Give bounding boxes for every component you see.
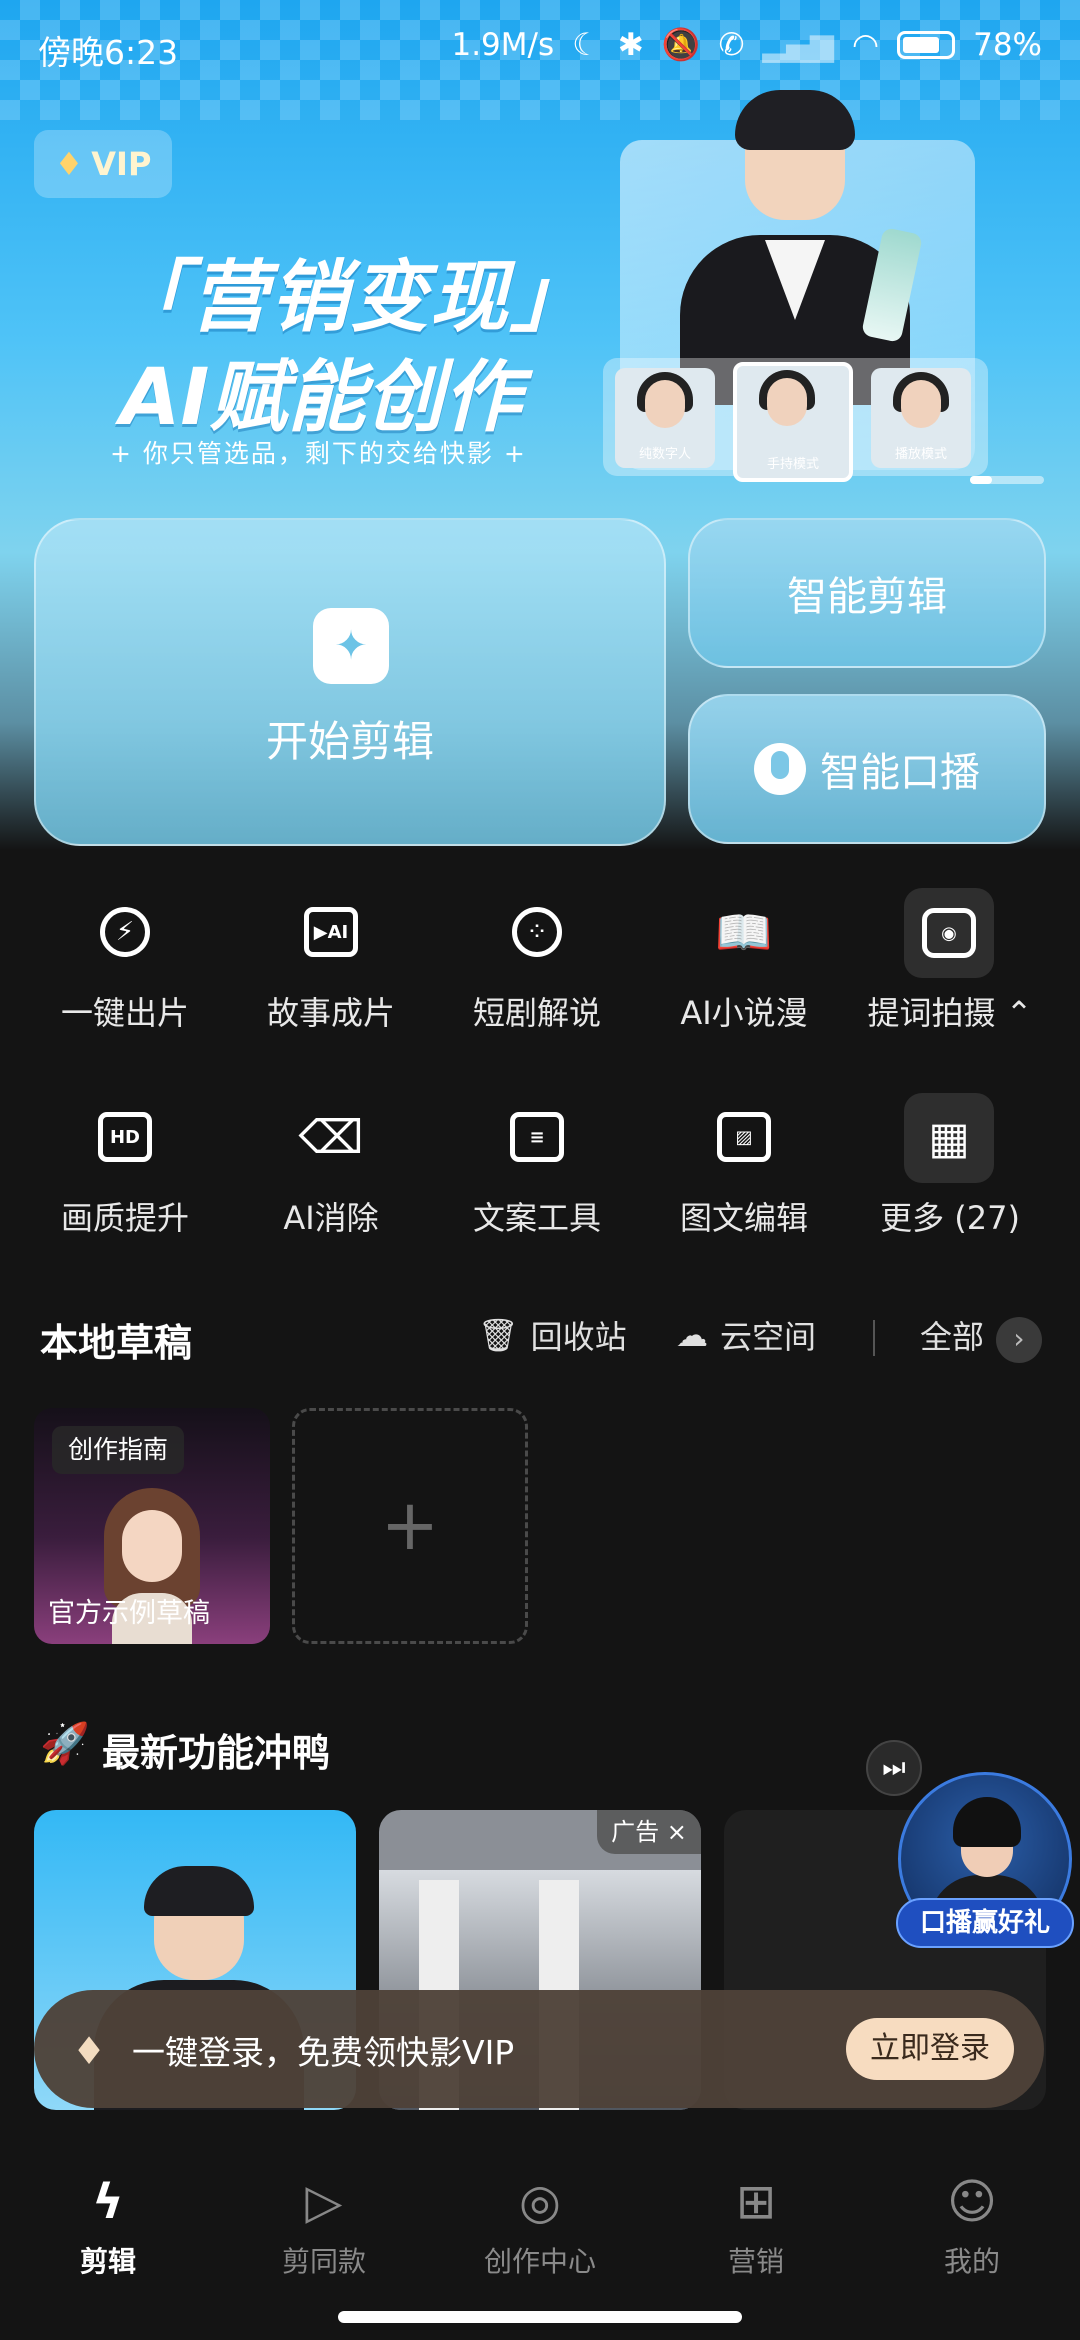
login-text: 一键登录，免费领快影VIP: [132, 2033, 515, 2072]
moon-icon: ☾: [572, 26, 600, 63]
all-drafts-link[interactable]: 全部: [920, 1312, 984, 1358]
mode-thumbnails: 纯数字人 手持模式 播放模式: [603, 358, 988, 482]
login-banner[interactable]: ♦ 一键登录，免费领快影VIP 立即登录: [34, 1990, 1044, 2108]
host-promo-label[interactable]: 口播赢好礼: [896, 1898, 1074, 1948]
tool-short-drama[interactable]: ⁘ 短剧解说: [434, 896, 640, 1056]
video-icon: ▷: [305, 2174, 343, 2230]
status-time: 傍晚6:23: [38, 33, 179, 72]
sample-draft-card[interactable]: 创作指南 官方示例草稿: [34, 1408, 270, 1644]
nav-template[interactable]: ▷ 剪同款: [216, 2112, 432, 2282]
bluetooth-icon: ✱: [617, 26, 644, 63]
slogan-line2: AI赋能创作: [120, 353, 522, 443]
home-indicator[interactable]: [338, 2311, 742, 2323]
book-icon: 📖: [715, 904, 773, 959]
ad-close-tag[interactable]: 广告 ×: [597, 1810, 701, 1854]
network-speed: 1.9M/s: [451, 26, 555, 63]
tool-ai-erase[interactable]: ⌫ AI消除: [228, 1101, 434, 1261]
plus-icon: +: [380, 1484, 440, 1566]
tool-image-edit[interactable]: ▨ 图文编辑: [641, 1101, 847, 1261]
presenter-image: [650, 90, 940, 405]
thumb-digital-human[interactable]: 纯数字人: [615, 368, 715, 468]
tool-more[interactable]: ▦ 更多 (27): [847, 1093, 1053, 1261]
eraser-icon: ⌫: [298, 1110, 364, 1164]
slogan-line3: + 你只管选品，剩下的交给快影 +: [110, 439, 527, 468]
nav-edit[interactable]: ϟ 剪辑: [0, 2112, 216, 2282]
slogan-line1: 「营销变现」: [110, 253, 591, 343]
trash-icon: 🗑: [478, 1316, 519, 1354]
features-title: 最新功能冲鸭: [102, 1731, 331, 1775]
recycle-bin-link[interactable]: 🗑 回收站: [478, 1312, 627, 1358]
tool-ai-novel[interactable]: 📖 AI小说漫: [641, 896, 847, 1056]
grid-icon: ▦: [904, 1093, 994, 1183]
wifi-icon: ◠: [852, 26, 880, 63]
tool-story-video[interactable]: ▶AI 故事成片: [228, 896, 434, 1056]
camera-icon: ◉: [904, 888, 994, 978]
image-edit-icon: ▨: [708, 1101, 780, 1173]
cloud-icon: ☁: [676, 1316, 708, 1354]
smart-voice-label: 智能口播: [820, 750, 980, 796]
story-video-icon: ▶AI: [295, 896, 367, 968]
document-icon: ≡: [501, 1101, 573, 1173]
login-button[interactable]: 立即登录: [846, 2018, 1014, 2080]
tool-copywriting[interactable]: ≡ 文案工具: [434, 1101, 640, 1261]
nav-divider: [873, 1320, 875, 1356]
draft-title: 官方示例草稿: [48, 1598, 210, 1629]
add-draft-button[interactable]: +: [292, 1408, 528, 1644]
hd-icon: HD: [89, 1101, 161, 1173]
nav-creator-center[interactable]: ◎ 创作中心: [432, 2112, 648, 2282]
start-edit-label: 开始剪辑: [265, 717, 434, 766]
nav-marketing[interactable]: ⊞ 营销: [648, 2112, 864, 2282]
battery-percent: 78%: [973, 26, 1042, 63]
status-icons: 1.9M/s ☾ ✱ 🔕 ✆ ▂▄▆ ◠ 78%: [451, 26, 1042, 64]
bottom-nav: ϟ 剪辑 ▷ 剪同款 ◎ 创作中心 ⊞ 营销 ☺ 我的: [0, 2112, 1080, 2340]
microphone-icon: [754, 743, 806, 795]
bulb-icon: ◎: [519, 2174, 561, 2230]
tool-teleprompter[interactable]: ◉ 提词拍摄 ⌃: [847, 888, 1053, 1056]
skip-icon[interactable]: ⏭: [866, 1740, 922, 1796]
sparkle-icon: ✦: [313, 608, 389, 684]
smart-voice-button[interactable]: 智能口播: [688, 694, 1046, 844]
smart-edit-label: 智能剪辑: [787, 574, 947, 620]
carousel-indicator: [970, 476, 1044, 484]
start-edit-button[interactable]: ✦ 开始剪辑: [34, 518, 666, 846]
vip-diamond-icon: ♦: [72, 2029, 107, 2073]
vip-badge[interactable]: ♦ VIP: [34, 130, 172, 198]
lightning-icon: ⚡: [89, 896, 161, 968]
vip-label: VIP: [91, 145, 152, 183]
lightning-icon: ϟ: [92, 2174, 124, 2230]
chevron-right-icon[interactable]: ›: [996, 1317, 1042, 1363]
nav-profile[interactable]: ☺ 我的: [864, 2112, 1080, 2282]
tool-quality-boost[interactable]: HD 画质提升: [22, 1101, 228, 1261]
cloud-space-link[interactable]: ☁ 云空间: [676, 1312, 816, 1358]
film-reel-icon: ⁘: [501, 896, 573, 968]
drafts-title: 本地草稿: [40, 1321, 193, 1365]
signal-icon: ▂▄▆: [762, 26, 835, 63]
smile-icon: ☺: [946, 2174, 998, 2230]
battery-icon: [897, 30, 956, 59]
thumb-handheld[interactable]: 手持模式: [733, 362, 853, 482]
status-bar: 傍晚6:23 1.9M/s ☾ ✱ 🔕 ✆ ▂▄▆ ◠ 78%: [0, 0, 1080, 90]
rocket-icon: 🚀: [40, 1721, 90, 1767]
diamond-icon: ♦: [54, 145, 84, 183]
draft-tag: 创作指南: [52, 1426, 185, 1474]
smart-edit-button[interactable]: 智能剪辑: [688, 518, 1046, 668]
tool-one-click[interactable]: ⚡ 一键出片: [22, 896, 228, 1056]
mute-icon: 🔕: [661, 27, 701, 63]
call-icon: ✆: [718, 26, 745, 63]
shopping-bag-icon: ⊞: [735, 2174, 777, 2230]
thumb-playback[interactable]: 播放模式: [871, 368, 971, 468]
